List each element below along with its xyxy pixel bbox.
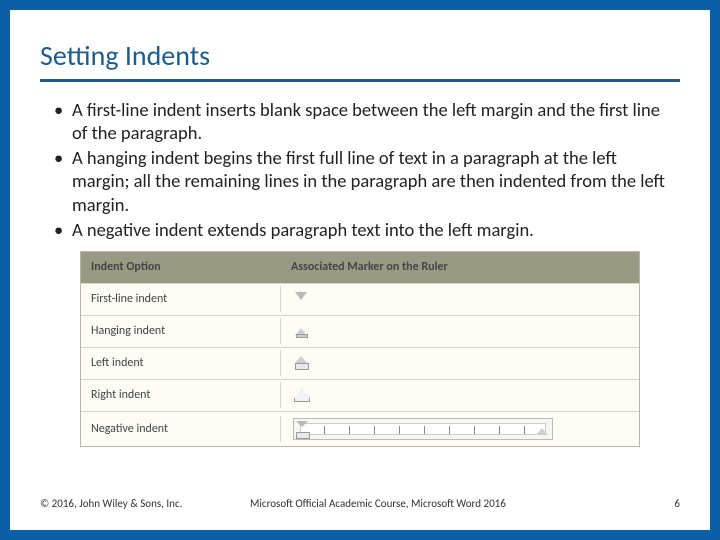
- indent-option-label: Left indent: [81, 350, 281, 376]
- slide-footer: © 2016, John Wiley & Sons, Inc. Microsof…: [40, 497, 680, 510]
- indent-marker-cell: [281, 382, 639, 408]
- indent-marker-cell: [281, 318, 639, 344]
- table-row: Right indent: [81, 380, 639, 412]
- table-header-marker: Associated Marker on the Ruler: [281, 254, 639, 280]
- bullet-item: A hanging indent begins the first full l…: [46, 146, 674, 215]
- indent-option-label: First-line indent: [81, 286, 281, 312]
- first-line-indent-marker-icon: [293, 292, 309, 306]
- hanging-indent-marker-icon: [293, 324, 309, 338]
- footer-page-number: 6: [650, 497, 680, 510]
- table-header-row: Indent Option Associated Marker on the R…: [81, 252, 639, 284]
- bullet-item: A first-line indent inserts blank space …: [46, 98, 674, 144]
- indent-marker-cell: [281, 350, 639, 376]
- bullet-list: A first-line indent inserts blank space …: [40, 98, 680, 241]
- footer-course: Microsoft Official Academic Course, Micr…: [250, 497, 650, 510]
- right-indent-marker-icon: [293, 388, 309, 402]
- slide: Setting Indents A first-line indent inse…: [0, 0, 720, 540]
- indent-option-label: Negative indent: [81, 416, 281, 442]
- left-indent-marker-icon: [293, 356, 309, 370]
- negative-indent-ruler-icon: [293, 418, 553, 440]
- indent-marker-cell: [281, 286, 639, 312]
- table-row: Negative indent: [81, 412, 639, 446]
- indent-option-label: Hanging indent: [81, 318, 281, 344]
- table-row: First-line indent: [81, 284, 639, 316]
- footer-copyright: © 2016, John Wiley & Sons, Inc.: [40, 497, 250, 510]
- indent-marker-cell: [281, 412, 639, 446]
- table-row: Left indent: [81, 348, 639, 380]
- indent-table: Indent Option Associated Marker on the R…: [80, 251, 640, 447]
- slide-title: Setting Indents: [40, 38, 680, 82]
- table-header-indent-option: Indent Option: [81, 254, 281, 280]
- table-row: Hanging indent: [81, 316, 639, 348]
- bullet-item: A negative indent extends paragraph text…: [46, 218, 674, 241]
- indent-option-label: Right indent: [81, 382, 281, 408]
